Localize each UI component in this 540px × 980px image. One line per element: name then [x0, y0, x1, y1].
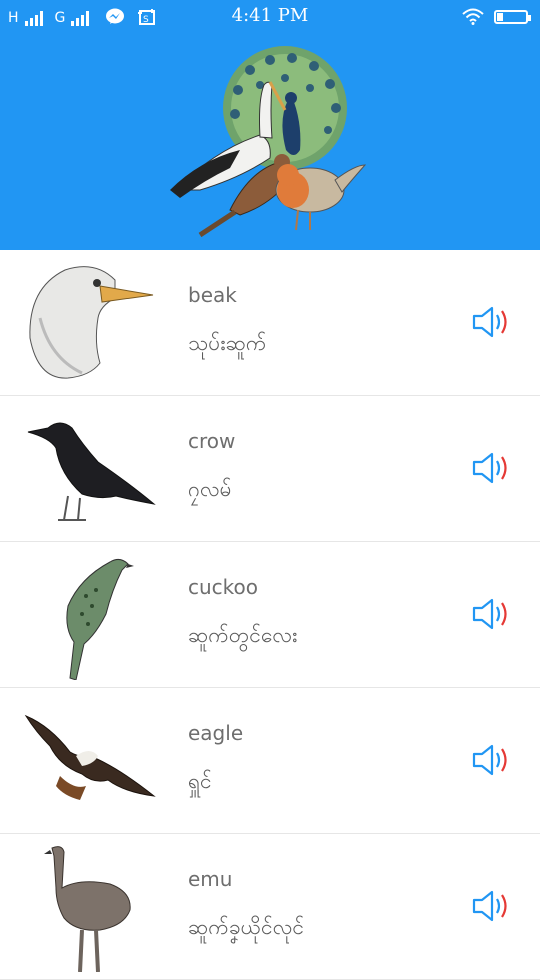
- list-item[interactable]: cuckoo ဆူက်တွင်လေး: [0, 542, 540, 688]
- header-banner: H G S 4:41 PM: [0, 0, 540, 250]
- speaker-icon[interactable]: [470, 596, 514, 632]
- speaker-icon[interactable]: [470, 742, 514, 778]
- clock: 4:41 PM: [231, 5, 309, 26]
- burmese-word: သုပ်းဆူက်: [188, 331, 267, 355]
- burmese-word: ဆူက်ခၞယိုင်လုင်: [188, 915, 305, 939]
- speaker-icon[interactable]: [470, 304, 514, 340]
- crow-image: [27, 422, 156, 521]
- list-item[interactable]: beak သုပ်းဆူက်: [0, 250, 540, 396]
- birds-hero-illustration: [170, 46, 367, 238]
- status-right: [462, 8, 531, 25]
- beak-image: [29, 266, 154, 379]
- emu-image: [44, 846, 131, 972]
- speaker-icon[interactable]: [470, 450, 514, 486]
- speaker-icon[interactable]: [470, 888, 514, 924]
- battery-icon: [494, 9, 531, 24]
- cuckoo-image: [66, 558, 134, 680]
- burmese-word: ဆူက်တွင်လေး: [188, 623, 298, 647]
- eagle-image: [24, 714, 156, 800]
- english-word: beak: [188, 283, 237, 307]
- word-list: beak သုပ်းဆူက် crow ဂၠလမ် cuckoo ဆူက်တွင…: [0, 250, 540, 980]
- burmese-word: ရှူင်: [188, 769, 212, 793]
- list-item[interactable]: emu ဆူက်ခၞယိုင်လုင်: [0, 834, 540, 980]
- list-item[interactable]: eagle ရှူင်: [0, 688, 540, 834]
- wifi-icon: [462, 8, 484, 25]
- english-word: crow: [188, 429, 236, 453]
- english-word: eagle: [188, 721, 244, 745]
- status-bar: H G S 4:41 PM: [0, 0, 540, 34]
- english-word: emu: [188, 867, 233, 891]
- list-item[interactable]: crow ဂၠလမ်: [0, 396, 540, 542]
- english-word: cuckoo: [188, 575, 259, 599]
- burmese-word: ဂၠလမ်: [188, 477, 232, 501]
